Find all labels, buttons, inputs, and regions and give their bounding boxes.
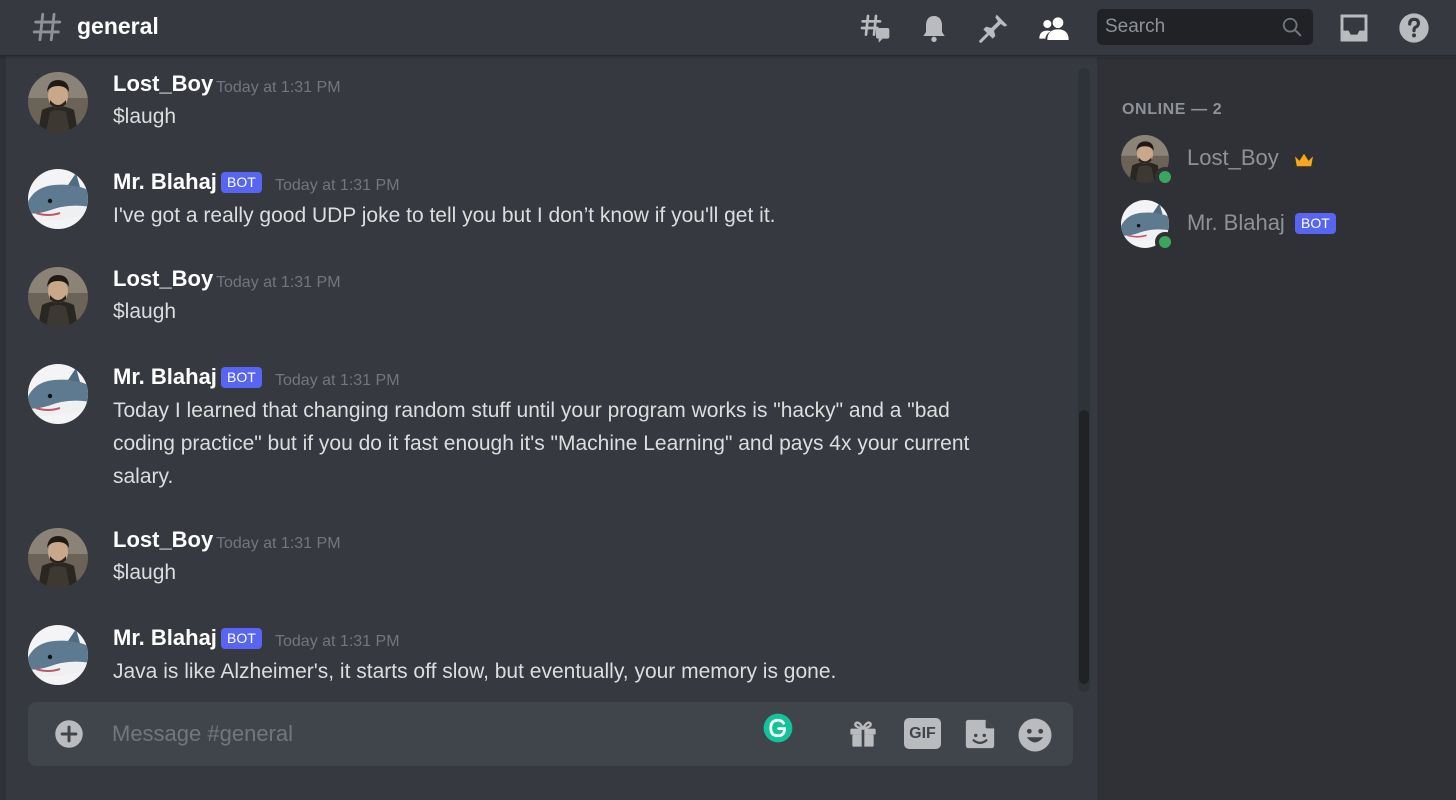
message-author[interactable]: Lost_Boy (113, 266, 213, 292)
message-timestamp: Today at 1:31 PM (275, 177, 400, 194)
message-author[interactable]: Lost_Boy (113, 527, 213, 553)
message-text: $laugh (113, 105, 177, 128)
message-author[interactable]: Lost_Boy (113, 71, 213, 97)
search-icon[interactable] (1281, 16, 1303, 38)
message-text: $laugh (113, 300, 177, 323)
message-text: Java is like Alzheimer's, it starts off … (113, 660, 837, 683)
message-timestamp: Today at 1:31 PM (216, 535, 341, 552)
message-timestamp: Today at 1:31 PM (275, 372, 400, 389)
add-attachment-icon[interactable] (54, 719, 84, 749)
member-item[interactable]: Mr. Blahaj BOT (1097, 194, 1456, 254)
search-input[interactable] (1105, 9, 1275, 45)
message-text: Today I learned that changing random stu… (113, 399, 970, 488)
channel-header: general (0, 0, 1456, 56)
message-timestamp: Today at 1:31 PM (216, 79, 341, 96)
message-author[interactable]: Mr. Blahaj (113, 364, 217, 390)
member-name: Lost_Boy (1187, 145, 1279, 170)
member-item[interactable]: Lost_Boy (1097, 129, 1456, 189)
message-item: Lost_Boy Today at 1:31 PM $laugh (6, 527, 1076, 597)
online-status-indicator (1155, 167, 1175, 187)
message-list: Lost_Boy Today at 1:31 PM $laugh Mr. Bla… (6, 57, 1096, 697)
member-list: ONLINE — 2 Lost_Boy Mr. Blahaj BOT (1097, 57, 1456, 800)
avatar[interactable] (28, 528, 88, 588)
avatar (1121, 135, 1175, 187)
search-box[interactable] (1097, 9, 1313, 45)
sticker-icon[interactable] (963, 717, 997, 751)
message-item: Mr. Blahaj BOT Today at 1:31 PM Today I … (6, 364, 1076, 504)
bell-icon[interactable] (918, 12, 950, 44)
grammarly-icon[interactable] (763, 713, 793, 743)
message-composer: GIF (28, 702, 1073, 766)
avatar[interactable] (28, 169, 88, 229)
message-timestamp: Today at 1:31 PM (275, 633, 400, 650)
online-header: ONLINE — 2 (1122, 101, 1223, 118)
member-name: Mr. Blahaj (1187, 210, 1285, 235)
message-author[interactable]: Mr. Blahaj (113, 169, 217, 195)
channel-name: general (77, 13, 159, 39)
gift-icon[interactable] (846, 718, 880, 750)
message-text: $laugh (113, 561, 177, 584)
message-item: Mr. Blahaj BOT Today at 1:31 PM Java is … (6, 625, 1076, 695)
message-item: Lost_Boy Today at 1:31 PM $laugh (6, 266, 1076, 336)
message-author[interactable]: Mr. Blahaj (113, 625, 217, 651)
crown-icon (1295, 153, 1313, 167)
scrollbar-thumb[interactable] (1079, 410, 1089, 684)
bot-tag: BOT (221, 172, 262, 193)
members-icon[interactable] (1038, 12, 1070, 44)
message-input[interactable] (112, 702, 672, 766)
avatar[interactable] (28, 267, 88, 327)
avatar[interactable] (28, 72, 88, 132)
pin-icon[interactable] (978, 12, 1010, 44)
inbox-icon[interactable] (1338, 12, 1370, 44)
bot-tag: BOT (1295, 213, 1336, 234)
bot-tag: BOT (221, 367, 262, 388)
online-status-indicator (1155, 232, 1175, 252)
bot-tag: BOT (221, 628, 262, 649)
avatar (1121, 200, 1175, 252)
gif-icon[interactable]: GIF (904, 718, 941, 749)
message-item: Mr. Blahaj BOT Today at 1:31 PM I've got… (6, 169, 1076, 239)
avatar[interactable] (28, 625, 88, 685)
hash-icon (32, 12, 62, 42)
avatar[interactable] (28, 364, 88, 424)
threads-icon[interactable] (860, 12, 892, 44)
emoji-icon[interactable] (1017, 717, 1053, 753)
message-timestamp: Today at 1:31 PM (216, 274, 341, 291)
message-item: Lost_Boy Today at 1:31 PM $laugh (6, 71, 1076, 141)
message-text: I've got a really good UDP joke to tell … (113, 204, 776, 227)
help-icon[interactable] (1398, 12, 1430, 44)
